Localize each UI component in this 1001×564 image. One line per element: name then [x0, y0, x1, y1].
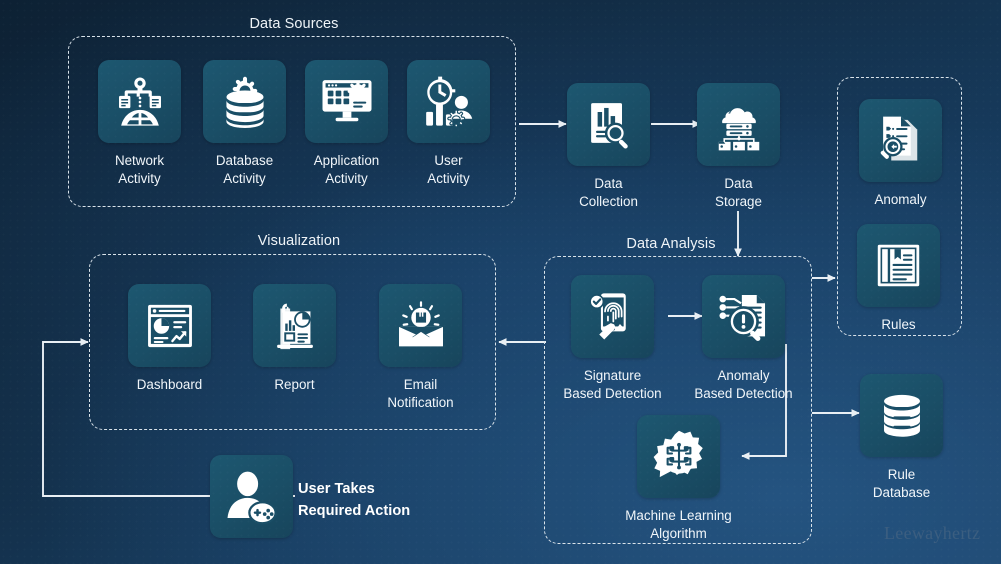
user-action-label: User Takes Required Action: [298, 481, 411, 519]
application-activity-tile[interactable]: [305, 60, 388, 143]
data-collection-tile[interactable]: [567, 83, 650, 166]
database-gear-icon: [218, 75, 272, 129]
diagram-canvas: Data Sources Network Activity Database A…: [0, 0, 1001, 564]
data-storage-tile[interactable]: [697, 83, 780, 166]
group-label-visualization: Visualization: [257, 233, 341, 249]
node-label: Email Notification: [387, 377, 454, 411]
group-label-data-sources: Data Sources: [249, 16, 339, 32]
node-label: Rules: [881, 317, 916, 332]
node-label: Machine Learning Algorithm: [625, 508, 732, 542]
database-activity-tile[interactable]: [203, 60, 286, 143]
rules-tile[interactable]: [857, 224, 940, 307]
database-icon: [877, 391, 927, 441]
email-notification-tile[interactable]: [379, 284, 462, 367]
dashboard-tile[interactable]: [128, 284, 211, 367]
node-label: Anomaly Based Detection: [694, 368, 793, 402]
node-label: Data Storage: [715, 176, 762, 210]
clock-chart-user-icon: [421, 74, 476, 129]
dashboard-window-icon: [144, 300, 196, 352]
network-globe-gear-icon: [112, 74, 168, 130]
group-label-data-analysis: Data Analysis: [626, 236, 716, 252]
watermark: Leewayhertz: [884, 523, 981, 543]
book-bookmark-icon: [873, 240, 924, 291]
document-list-magnifier-icon: [875, 115, 927, 167]
node-label: Rule Database: [872, 467, 931, 501]
email-alert-icon: [394, 299, 448, 353]
user-action-tile[interactable]: [210, 455, 293, 538]
network-activity-tile[interactable]: [98, 60, 181, 143]
machine-learning-tile[interactable]: [637, 415, 720, 498]
user-activity-tile[interactable]: [407, 60, 490, 143]
rule-database-tile[interactable]: [860, 374, 943, 457]
node-label: User Activity: [427, 153, 470, 187]
report-tile[interactable]: [253, 284, 336, 367]
signature-detection-tile[interactable]: [571, 275, 654, 358]
user-gamepad-icon: [224, 469, 280, 525]
monitor-gear-icon: [319, 74, 375, 130]
cloud-server-folders-icon: [712, 98, 766, 152]
gear-brain-circuit-icon: [651, 429, 707, 485]
anomaly-tile[interactable]: [859, 99, 942, 182]
fingerprint-phone-icon: [586, 290, 639, 343]
node-label: Anomaly: [874, 192, 927, 207]
anomaly-detection-tile[interactable]: [702, 275, 785, 358]
alert-magnifier-document-icon: [717, 290, 770, 343]
report-document-icon: [269, 300, 321, 352]
document-chart-magnifier-icon: [583, 99, 635, 151]
